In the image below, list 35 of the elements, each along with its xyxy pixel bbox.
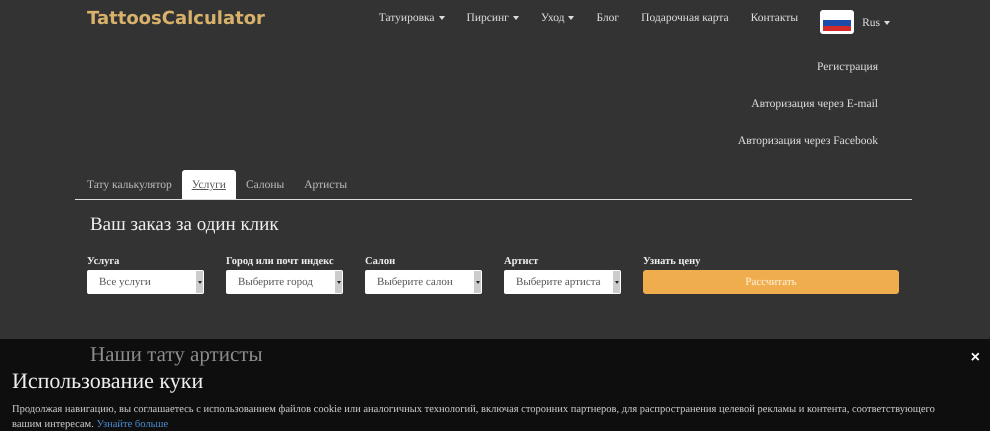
caret-icon bbox=[568, 16, 574, 20]
nav-link[interactable]: Подарочная карта bbox=[641, 12, 729, 24]
nav-link[interactable]: Блог bbox=[596, 12, 620, 24]
select-field[interactable]: Выберите артиста bbox=[504, 270, 621, 294]
tab[interactable]: Артисты bbox=[294, 170, 358, 199]
language-dropdown[interactable]: Rus bbox=[862, 17, 890, 29]
caret-icon bbox=[438, 16, 445, 20]
field-label: Артист bbox=[504, 256, 540, 267]
tab[interactable]: Услуги bbox=[182, 170, 236, 199]
select-field[interactable]: Выберите город bbox=[226, 270, 343, 294]
russia-flag-icon[interactable] bbox=[820, 10, 854, 34]
cookie-title: Использование куки bbox=[12, 368, 204, 394]
field-label: Салон bbox=[365, 256, 396, 267]
auth-link[interactable]: Авторизация через Facebook bbox=[738, 134, 878, 149]
select-field[interactable]: Все услуги bbox=[87, 270, 204, 294]
section-title: Наши тату артисты bbox=[90, 342, 263, 367]
auth-link[interactable]: Авторизация через E-mail bbox=[751, 97, 878, 112]
close-button[interactable]: × bbox=[970, 351, 980, 365]
auth-link[interactable]: Регистрация bbox=[817, 60, 878, 75]
order-title: Ваш заказ за один клик bbox=[90, 214, 280, 236]
site-logo[interactable]: TattoosCalculator bbox=[87, 8, 265, 29]
caret-icon bbox=[512, 16, 519, 20]
nav-link[interactable]: Пирсинг bbox=[466, 12, 519, 24]
nav-link[interactable]: Уход bbox=[540, 12, 574, 24]
tab[interactable]: Тату калькулятор bbox=[77, 170, 182, 199]
cookie-text: Продолжая навигацию, вы соглашаетесь с использованием файлов cookie или аналогичных технологий, включая сторонних партнеров, для распространения целевой рекламы и контента, соответствующего вашим интересам. Узнайте больше bbox=[12, 403, 936, 431]
caret-icon bbox=[884, 21, 890, 25]
nav-link[interactable]: Татуировка bbox=[378, 12, 445, 24]
field-label: Узнать цену bbox=[643, 256, 702, 267]
field-label: Город или почт индекс bbox=[226, 256, 335, 267]
tab[interactable]: Салоны bbox=[236, 170, 294, 199]
learn-more-link[interactable]: Узнайте больше bbox=[96, 419, 168, 430]
nav-link[interactable]: Контакты bbox=[750, 12, 798, 24]
field-label: Услуга bbox=[87, 256, 120, 267]
select-field[interactable]: Выберите салон bbox=[365, 270, 482, 294]
